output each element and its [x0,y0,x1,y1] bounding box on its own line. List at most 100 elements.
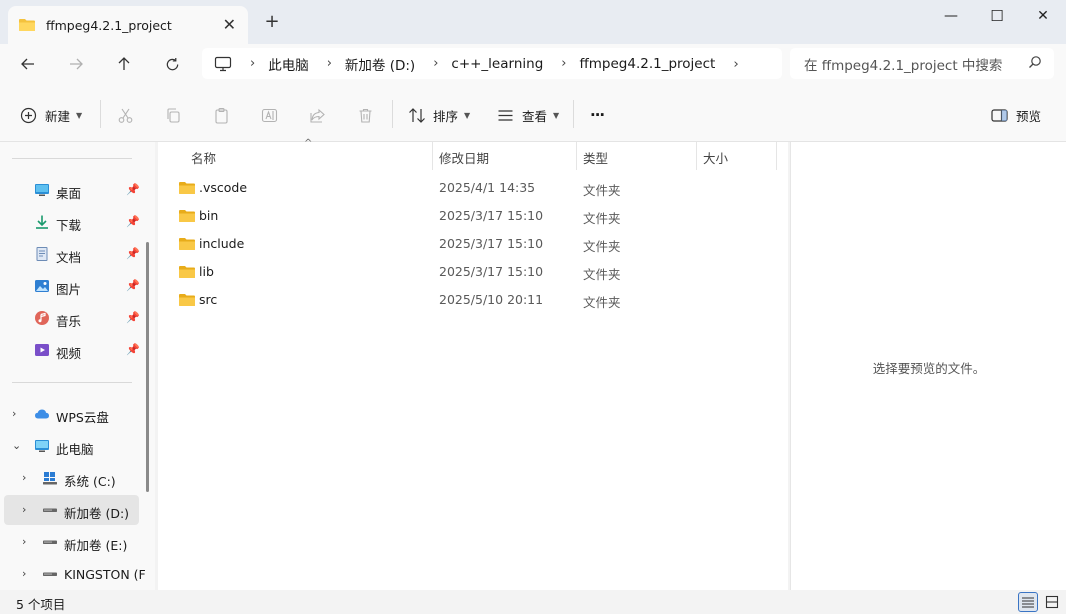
chevron-right-icon[interactable]: › [22,503,26,516]
folder-icon [179,238,195,250]
preview-pane-button[interactable]: 预览 [991,104,1041,126]
delete-button[interactable] [357,104,374,126]
status-bar: 5 个项目 [0,590,1066,614]
sidebar-item-wps-cloud[interactable]: › WPS云盘 [0,399,145,429]
column-divider[interactable] [432,142,433,170]
breadcrumb-ffmpeg-project[interactable]: ffmpeg4.2.1_project [579,56,715,72]
drive-icon [43,572,57,576]
sidebar-item-drive-c[interactable]: › 系统 (C:) [0,463,145,493]
chevron-down-icon[interactable]: ⌄ [12,439,21,452]
share-icon [310,108,325,123]
sidebar-item-documents[interactable]: 文档 📌 [0,239,145,269]
sidebar-divider [12,382,132,383]
breadcrumb-cpp-learning[interactable]: c++_learning [451,56,543,72]
chevron-right-icon[interactable]: › [733,56,738,72]
column-divider[interactable] [776,142,777,170]
new-button[interactable]: 新建 ▼ [20,104,82,126]
view-button[interactable]: 查看 ▼ [497,104,559,126]
up-button[interactable] [110,52,138,76]
plus-circle-icon [20,107,37,123]
maximize-button[interactable]: ☐ [974,0,1020,32]
sidebar-item-drive-e[interactable]: › 新加卷 (E:) [0,527,145,557]
table-row[interactable]: include 2025/3/17 15:10 文件夹 [178,231,768,259]
tab-close-icon[interactable]: ✕ [223,15,236,34]
column-header-size[interactable]: 大小 [703,148,728,167]
sidebar-item-pictures[interactable]: 图片 📌 [0,271,145,301]
navigation-pane: 桌面 📌 下载 📌 文档 📌 图片 📌 音乐 📌 视频 📌 › WPS云盘 ⌄ … [0,142,155,590]
sidebar-item-this-pc[interactable]: ⌄ 此电脑 [0,431,145,461]
chevron-right-icon[interactable]: › [22,471,26,484]
back-button[interactable] [14,52,42,76]
chevron-right-icon[interactable]: › [327,56,332,71]
refresh-icon [166,57,178,70]
chevron-right-icon[interactable]: › [22,567,26,580]
pin-icon[interactable]: 📌 [126,215,140,228]
column-header-type[interactable]: 类型 [583,148,608,167]
table-row[interactable]: lib 2025/3/17 15:10 文件夹 [178,259,768,287]
drive-icon [43,540,57,544]
pin-icon[interactable]: 📌 [126,343,140,356]
table-row[interactable]: .vscode 2025/4/1 14:35 文件夹 [178,175,768,203]
chevron-right-icon[interactable]: › [12,407,16,420]
paste-button[interactable] [213,104,230,126]
pin-icon[interactable]: 📌 [126,247,140,260]
file-name: include [199,236,245,251]
chevron-down-icon: ▼ [464,110,471,120]
file-type: 文件夹 [583,183,621,198]
breadcrumb-drive-d[interactable]: 新加卷 (D:) [345,54,415,74]
forward-button[interactable] [62,52,90,76]
sidebar-item-label: WPS云盘 [56,410,109,425]
sidebar-item-drive-f[interactable]: › KINGSTON (F [0,559,145,589]
pin-icon[interactable]: 📌 [126,183,140,196]
sort-button[interactable]: 排序 ▼ [408,104,470,126]
cloud-icon [35,409,49,419]
folder-icon [179,294,195,306]
sidebar-item-videos[interactable]: 视频 📌 [0,335,145,365]
copy-icon [167,107,180,123]
tiles-view-button[interactable] [1042,592,1062,612]
column-header-modified[interactable]: 修改日期 [439,148,489,167]
rename-button[interactable] [261,104,278,126]
chevron-right-icon[interactable]: › [22,535,26,548]
file-list: ^ 名称 修改日期 类型 大小 .vscode 2025/4/1 14:35 文… [158,138,788,590]
close-window-button[interactable]: ✕ [1020,0,1066,32]
title-bar: ffmpeg4.2.1_project ✕ + — ☐ ✕ [0,0,1066,44]
monitor-icon [35,440,49,452]
sidebar-item-label: KINGSTON (F [64,567,145,582]
sidebar-item-label: 新加卷 (E:) [64,538,128,553]
search-input[interactable]: 在 ffmpeg4.2.1_project 中搜索 [790,48,1054,79]
refresh-button[interactable] [158,52,186,76]
chevron-down-icon: ▼ [553,110,560,120]
chevron-right-icon[interactable]: › [561,56,566,71]
preview-pane-icon [991,108,1008,122]
table-row[interactable]: src 2025/5/10 20:11 文件夹 [178,287,768,315]
new-tab-button[interactable]: + [262,12,282,32]
sidebar-scrollbar[interactable] [146,242,149,492]
chevron-right-icon[interactable]: › [250,56,255,71]
sidebar-item-drive-d[interactable]: › 新加卷 (D:) [4,495,139,525]
cut-button[interactable] [117,104,134,126]
tab-ffmpeg-project[interactable]: ffmpeg4.2.1_project ✕ [8,6,248,44]
column-divider[interactable] [696,142,697,170]
minimize-button[interactable]: — [928,0,974,32]
copy-button[interactable] [165,104,182,126]
details-view-button[interactable] [1018,592,1038,612]
column-header-name[interactable]: 名称 [191,148,216,167]
sidebar-item-music[interactable]: 音乐 📌 [0,303,145,333]
pin-icon[interactable]: 📌 [126,311,140,324]
address-bar[interactable]: › 此电脑 › 新加卷 (D:) › c++_learning › ffmpeg4.2.… [202,48,782,79]
sidebar-item-downloads[interactable]: 下载 📌 [0,207,145,237]
search-placeholder: 在 ffmpeg4.2.1_project 中搜索 [804,57,1003,74]
table-row[interactable]: bin 2025/3/17 15:10 文件夹 [178,203,768,231]
column-divider[interactable] [576,142,577,170]
sidebar-item-label: 桌面 [56,186,82,201]
more-options-button[interactable]: ··· [590,104,605,126]
share-button[interactable] [309,104,326,126]
chevron-right-icon[interactable]: › [433,56,438,71]
pin-icon[interactable]: 📌 [126,279,140,292]
file-name: src [199,292,218,307]
sidebar-item-desktop[interactable]: 桌面 📌 [0,175,145,205]
breadcrumb-this-pc[interactable]: 此电脑 [268,54,309,74]
file-modified: 2025/3/17 15:10 [439,208,544,223]
trash-icon [359,108,372,123]
